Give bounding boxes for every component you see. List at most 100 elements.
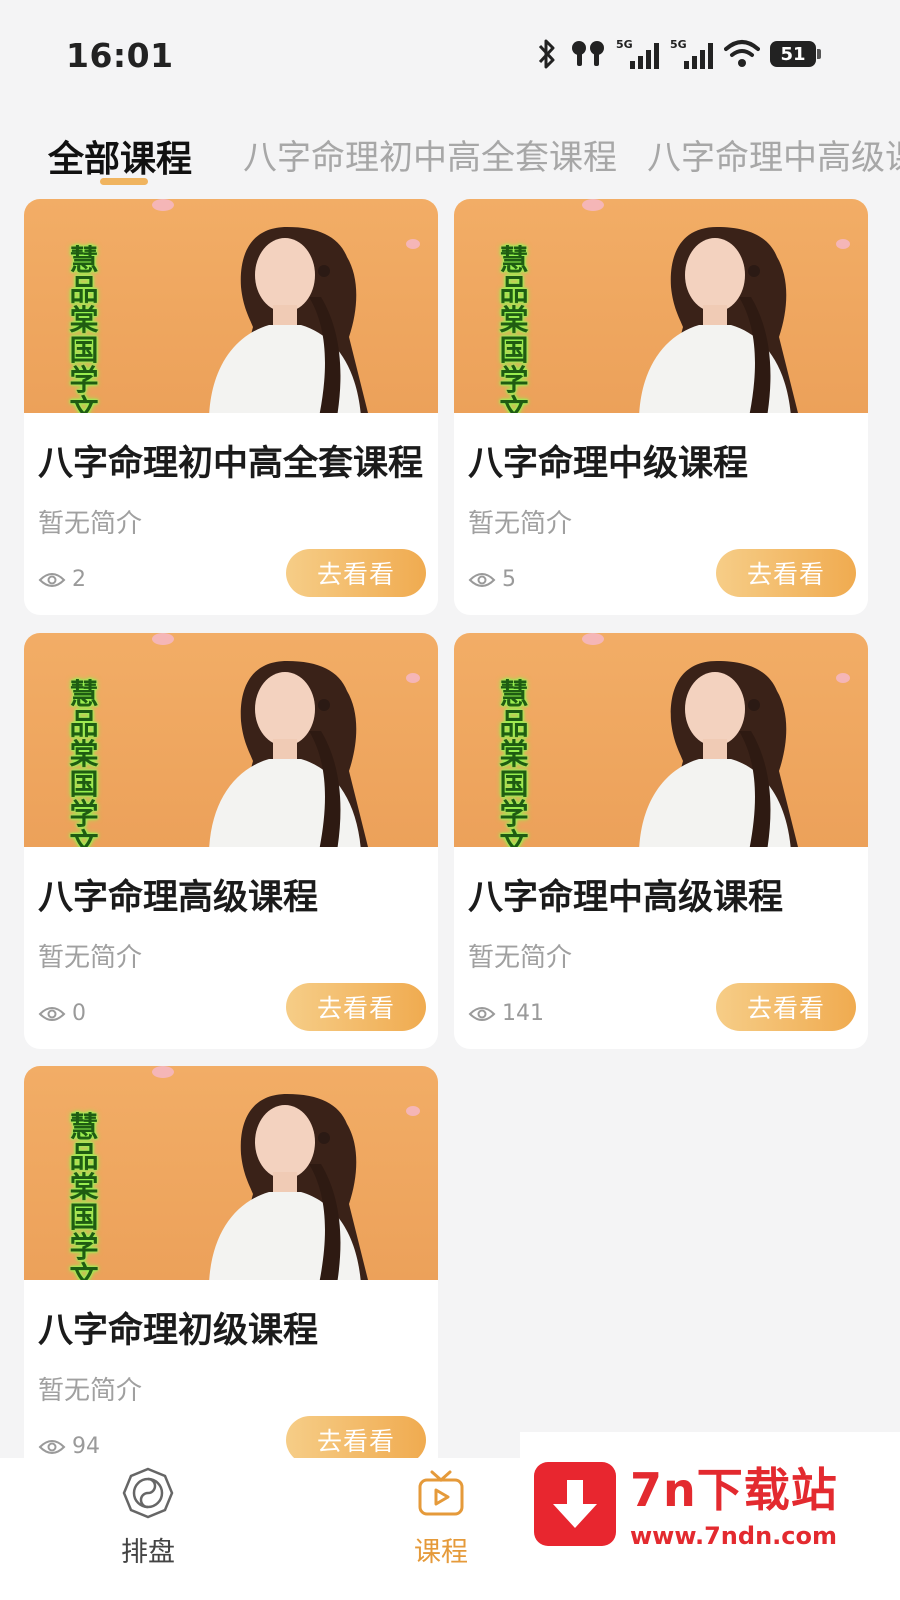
view-count: 2 bbox=[38, 567, 86, 592]
watch-button[interactable]: 去看看 bbox=[286, 549, 426, 597]
brand-char: 品 bbox=[69, 707, 99, 741]
view-count-value: 94 bbox=[72, 1434, 100, 1459]
brand-char: 慧 bbox=[499, 243, 529, 277]
thumbnail-brand-text: 慧品棠国学文化 bbox=[66, 679, 102, 847]
course-thumbnail: 慧品棠国学文化 bbox=[24, 633, 438, 847]
presenter-portrait bbox=[209, 661, 368, 847]
thumbnail-brand-text: 慧品棠国学文化 bbox=[496, 679, 532, 847]
presenter-portrait bbox=[209, 227, 368, 413]
brand-char: 学 bbox=[69, 363, 99, 397]
brand-char: 学 bbox=[499, 363, 529, 397]
course-card[interactable]: 慧品棠国学文化 八字命理高级课程 暂无简介 0 去看看 bbox=[24, 633, 438, 1049]
active-tab-indicator bbox=[100, 178, 148, 185]
signal-5g-icon-2: 5G bbox=[670, 38, 713, 69]
view-count-value: 0 bbox=[72, 1001, 86, 1026]
nav-item-courses[interactable]: 课程 bbox=[381, 1466, 501, 1569]
thumbnail-brand-text: 慧品棠国学文化 bbox=[496, 245, 532, 413]
brand-char: 慧 bbox=[69, 243, 99, 277]
view-count-value: 141 bbox=[502, 1001, 544, 1026]
svg-text:5G: 5G bbox=[670, 38, 687, 51]
status-time: 16:01 bbox=[66, 36, 174, 75]
thumbnail-brand-text: 慧品棠国学文化 bbox=[66, 1112, 102, 1280]
course-description: 暂无简介 bbox=[38, 1376, 143, 1406]
course-title: 八字命理初级课程 bbox=[38, 1311, 319, 1351]
brand-char: 文 bbox=[69, 393, 99, 413]
presenter-portrait bbox=[639, 227, 798, 413]
presenter-portrait bbox=[209, 1094, 368, 1280]
course-thumbnail: 慧品棠国学文化 bbox=[24, 1066, 438, 1280]
eye-icon bbox=[38, 572, 66, 587]
course-card[interactable]: 慧品棠国学文化 八字命理初中高全套课程 暂无简介 2 去看看 bbox=[24, 199, 438, 615]
brand-char: 国 bbox=[69, 1200, 99, 1234]
brand-char: 学 bbox=[69, 1230, 99, 1264]
course-title: 八字命理初中高全套课程 bbox=[38, 444, 424, 484]
brand-char: 国 bbox=[499, 333, 529, 367]
signal-5g-icon: 5G bbox=[616, 38, 659, 69]
brand-char: 文 bbox=[499, 827, 529, 847]
battery-level: 51 bbox=[780, 43, 806, 65]
watch-button[interactable]: 去看看 bbox=[716, 983, 856, 1031]
brand-char: 品 bbox=[499, 273, 529, 307]
course-card[interactable]: 慧品棠国学文化 八字命理初级课程 暂无简介 94 去看看 bbox=[24, 1066, 438, 1482]
earbuds-icon bbox=[572, 41, 604, 66]
course-description: 暂无简介 bbox=[468, 943, 573, 973]
nav-item-pan[interactable]: 排盘 bbox=[88, 1466, 208, 1569]
brand-char: 文 bbox=[69, 1260, 99, 1280]
view-count: 5 bbox=[468, 567, 516, 592]
tab-all-courses[interactable]: 全部课程 bbox=[48, 130, 192, 182]
view-count: 94 bbox=[38, 1434, 100, 1459]
course-title: 八字命理中级课程 bbox=[468, 444, 749, 484]
brand-char: 品 bbox=[69, 273, 99, 307]
brand-char: 国 bbox=[499, 767, 529, 801]
watermark-title: 7n下载站 bbox=[630, 1463, 838, 1517]
course-thumbnail: 慧品棠国学文化 bbox=[24, 199, 438, 413]
course-description: 暂无简介 bbox=[38, 943, 143, 973]
brand-char: 慧 bbox=[69, 677, 99, 711]
course-thumbnail: 慧品棠国学文化 bbox=[454, 633, 868, 847]
eye-icon bbox=[468, 572, 496, 587]
brand-char: 棠 bbox=[69, 737, 99, 771]
nav-label-courses: 课程 bbox=[414, 1537, 468, 1568]
view-count: 141 bbox=[468, 1001, 544, 1026]
course-description: 暂无简介 bbox=[468, 509, 573, 539]
course-card[interactable]: 慧品棠国学文化 八字命理中级课程 暂无简介 5 去看看 bbox=[454, 199, 868, 615]
status-icons: 5G 5G 51 bbox=[534, 34, 821, 74]
brand-char: 品 bbox=[499, 707, 529, 741]
course-title: 八字命理高级课程 bbox=[38, 878, 319, 918]
tab-full-course[interactable]: 八字命理初中高全套课程 bbox=[243, 130, 617, 179]
eye-icon bbox=[38, 1439, 66, 1454]
svg-text:5G: 5G bbox=[616, 38, 633, 51]
download-icon bbox=[534, 1462, 616, 1546]
view-count-value: 5 bbox=[502, 567, 516, 592]
status-bar: 16:01 5G 5G 51 bbox=[0, 0, 900, 110]
brand-char: 文 bbox=[499, 393, 529, 413]
thumbnail-brand-text: 慧品棠国学文化 bbox=[66, 245, 102, 413]
brand-char: 品 bbox=[69, 1140, 99, 1174]
category-tabs: 全部课程 八字命理初中高全套课程 八字命理中高级课程 bbox=[0, 118, 900, 188]
brand-char: 棠 bbox=[69, 1170, 99, 1204]
brand-char: 慧 bbox=[69, 1110, 99, 1144]
bagua-icon bbox=[122, 1467, 174, 1519]
brand-char: 棠 bbox=[69, 303, 99, 337]
brand-char: 棠 bbox=[499, 737, 529, 771]
course-card[interactable]: 慧品棠国学文化 八字命理中高级课程 暂无简介 141 去看看 bbox=[454, 633, 868, 1049]
nav-label-pan: 排盘 bbox=[121, 1537, 175, 1568]
brand-char: 文 bbox=[69, 827, 99, 847]
brand-char: 棠 bbox=[499, 303, 529, 337]
eye-icon bbox=[38, 1006, 66, 1021]
course-description: 暂无简介 bbox=[38, 509, 143, 539]
brand-char: 学 bbox=[69, 797, 99, 831]
view-count: 0 bbox=[38, 1001, 86, 1026]
tab-mid-high-course[interactable]: 八字命理中高级课程 bbox=[647, 130, 900, 179]
watch-button[interactable]: 去看看 bbox=[286, 1416, 426, 1464]
course-thumbnail: 慧品棠国学文化 bbox=[454, 199, 868, 413]
watch-button[interactable]: 去看看 bbox=[286, 983, 426, 1031]
eye-icon bbox=[468, 1006, 496, 1021]
watch-button[interactable]: 去看看 bbox=[716, 549, 856, 597]
course-title: 八字命理中高级课程 bbox=[468, 878, 784, 918]
brand-char: 慧 bbox=[499, 677, 529, 711]
bluetooth-icon bbox=[538, 39, 555, 69]
site-watermark: 7n下载站 www.7ndn.com bbox=[520, 1432, 900, 1600]
brand-char: 国 bbox=[69, 767, 99, 801]
tv-play-icon bbox=[418, 1470, 464, 1516]
